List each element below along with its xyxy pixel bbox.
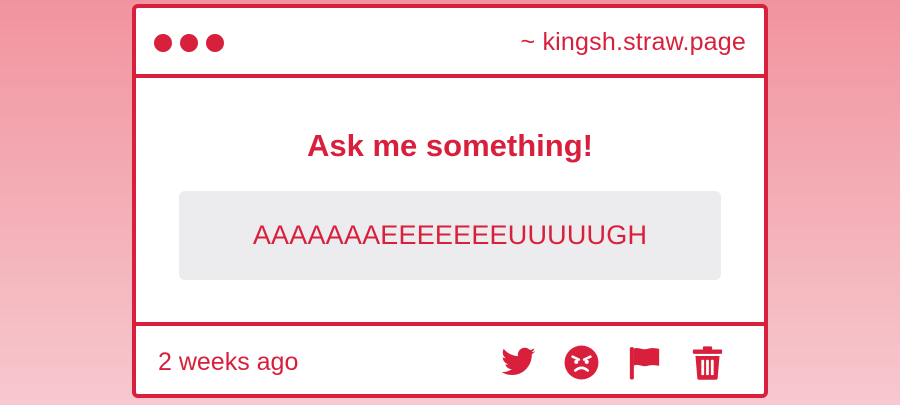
window-dot — [180, 34, 198, 52]
question-body: Ask me something! AAAAAAAEEEEEEEUUUUUGH — [136, 78, 764, 326]
flag-icon — [626, 344, 663, 381]
window-dot — [154, 34, 172, 52]
question-card: ~ kingsh.straw.page Ask me something! AA… — [132, 4, 768, 398]
question-text: AAAAAAAEEEEEEEUUUUUGH — [252, 220, 648, 250]
react-angry-button[interactable] — [563, 344, 600, 381]
title-bar: ~ kingsh.straw.page — [136, 8, 764, 78]
twitter-icon — [500, 344, 537, 381]
trash-icon — [689, 344, 726, 381]
delete-button[interactable] — [689, 344, 726, 381]
page-url: ~ kingsh.straw.page — [520, 27, 746, 56]
card-footer: 2 weeks ago — [136, 326, 764, 394]
prompt-heading: Ask me something! — [307, 128, 593, 163]
question-box: AAAAAAAEEEEEEEUUUUUGH — [179, 191, 721, 280]
window-dot — [206, 34, 224, 52]
timestamp: 2 weeks ago — [158, 347, 299, 376]
share-twitter-button[interactable] — [500, 344, 537, 381]
angry-face-icon — [563, 344, 600, 381]
window-controls — [154, 34, 224, 52]
report-button[interactable] — [626, 344, 663, 381]
action-bar — [500, 344, 726, 381]
